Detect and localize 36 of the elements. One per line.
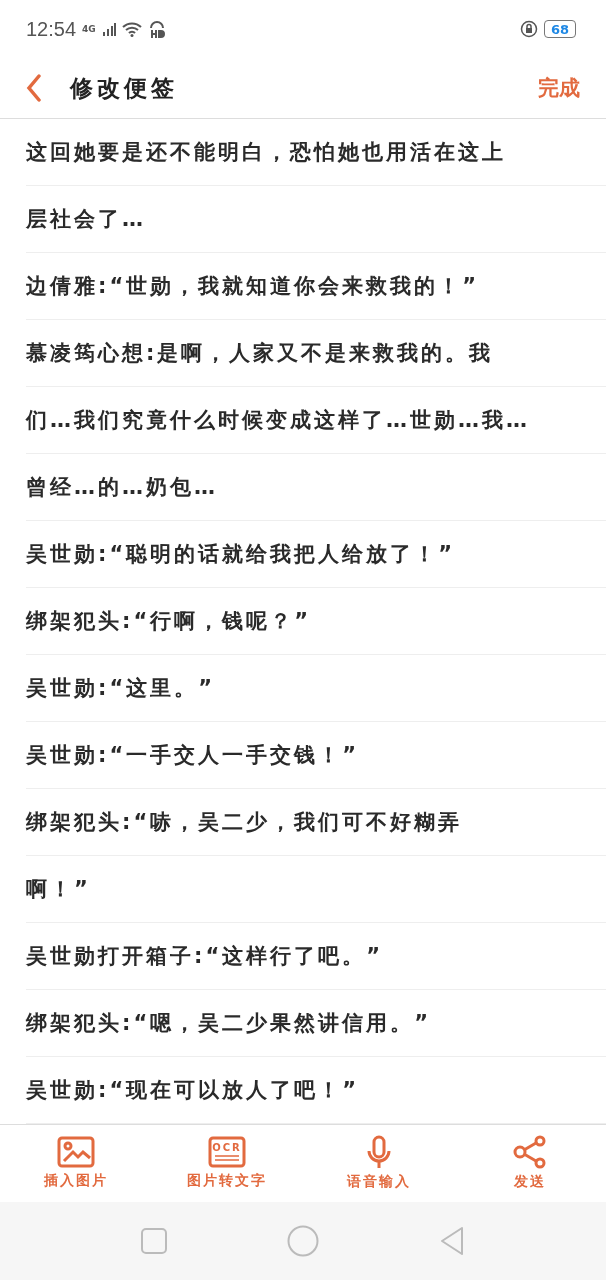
status-time: 12:54 <box>26 17 77 41</box>
signal-icon <box>101 22 116 37</box>
ocr-icon: OCR <box>208 1136 247 1169</box>
note-line: 绑架犯头:“哧，吴二少，我们可不好糊弄 <box>26 788 606 856</box>
note-line: 这回她要是还不能明白，恐怕她也用活在这上 <box>26 118 606 186</box>
home-icon[interactable] <box>287 1225 319 1258</box>
toolbar-button[interactable]: 语音输入 <box>303 1124 455 1203</box>
note-line: 绑架犯头:“嗯，吴二少果然讲信用。” <box>26 989 606 1057</box>
microphone-icon <box>365 1135 392 1170</box>
note-line: 吴世勋打开箱子:“这样行了吧。” <box>26 922 606 990</box>
back-button[interactable] <box>26 74 42 103</box>
note-line: 绑架犯头:“行啊，钱呢？” <box>26 587 606 655</box>
note-line: 吴世勋:“现在可以放人了吧！” <box>26 1056 606 1124</box>
note-line: 啊！” <box>26 855 606 923</box>
wifi-icon <box>121 21 142 37</box>
toolbar-button[interactable]: 发送 <box>454 1124 606 1203</box>
recents-icon[interactable] <box>141 1228 167 1255</box>
toolbar-button[interactable]: OCR 图片转文字 <box>151 1124 303 1203</box>
note-line: 们…我们究竟什么时候变成这样了…世勋…我… <box>26 386 606 454</box>
note-line: 边倩雅:“世勋，我就知道你会来救我的！” <box>26 252 606 320</box>
note-line: 吴世勋:“聪明的话就给我把人给放了！” <box>26 520 606 588</box>
battery-indicator: 68 <box>544 20 576 39</box>
network-label: 4G <box>82 24 96 35</box>
share-icon <box>513 1135 548 1170</box>
note-line: 吴世勋:“这里。” <box>26 654 606 722</box>
image-icon <box>56 1136 95 1169</box>
rotation-lock-icon <box>520 20 538 39</box>
note-line: 慕凌筠心想:是啊，人家又不是来救我的。我 <box>26 319 606 387</box>
note-line: 层社会了… <box>26 185 606 253</box>
toolbar-button[interactable]: 插入图片 <box>0 1124 152 1203</box>
back-icon[interactable] <box>439 1226 465 1257</box>
hd-icon <box>147 20 166 39</box>
note-line: 曾经…的…奶包… <box>26 453 606 521</box>
page-title: 修改便签 <box>70 73 178 103</box>
note-line: 吴世勋:“一手交人一手交钱！” <box>26 721 606 789</box>
done-button[interactable]: 完成 <box>538 74 580 103</box>
